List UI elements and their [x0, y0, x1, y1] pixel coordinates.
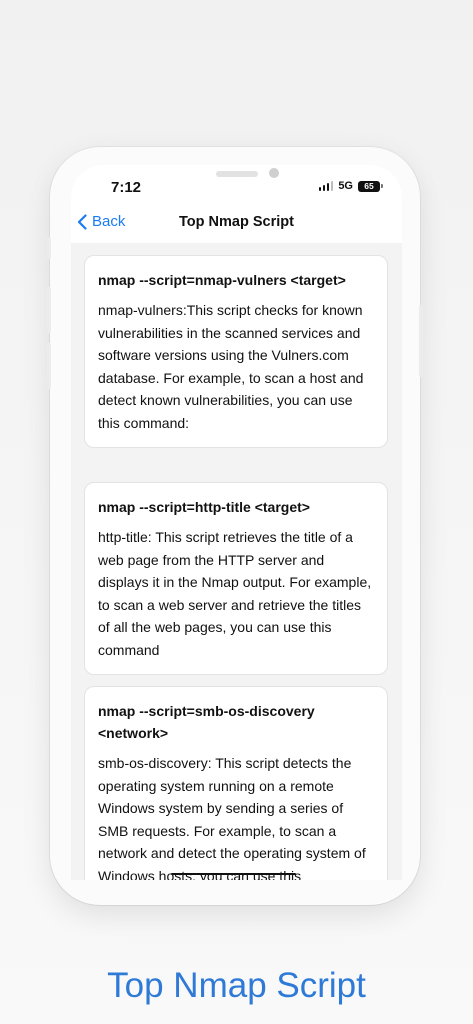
- home-indicator: [171, 873, 296, 875]
- script-list[interactable]: nmap --script=nmap-vulners <target> nmap…: [71, 243, 402, 880]
- promo-caption: Top Nmap Script: [107, 966, 366, 1005]
- script-command: nmap --script=smb-os-discovery <network>: [98, 703, 315, 741]
- phone-frame: 7:12 5G 65 Back Top Nmap Script nmap --s…: [47, 147, 423, 905]
- script-card[interactable]: nmap --script=smb-os-discovery <network>…: [84, 686, 388, 880]
- script-card[interactable]: nmap --script=http-title <target> http-t…: [84, 482, 388, 675]
- script-command: nmap --script=http-title <target>: [98, 499, 310, 515]
- script-description: smb-os-discovery: This script detects th…: [98, 755, 366, 880]
- status-time: 7:12: [111, 179, 142, 196]
- phone-volume-down: [47, 343, 51, 389]
- top-bar: 7:12 5G 65 Back Top Nmap Script: [71, 165, 402, 243]
- status-indicators: 5G 65: [318, 180, 383, 192]
- page-title: Top Nmap Script: [179, 214, 294, 230]
- signal-icon: [318, 181, 334, 191]
- script-description: http-title: This script retrieves the ti…: [98, 529, 372, 658]
- front-camera: [269, 168, 279, 178]
- app-screen: 7:12 5G 65 Back Top Nmap Script nmap --s…: [71, 165, 402, 880]
- phone-volume-up: [47, 287, 51, 333]
- phone-power-button: [419, 305, 423, 377]
- script-description: nmap-vulners:This script checks for know…: [98, 302, 364, 431]
- script-command: nmap --script=nmap-vulners <target>: [98, 272, 346, 288]
- battery-icon: 65: [358, 180, 383, 192]
- network-type: 5G: [338, 180, 353, 192]
- speaker-grille: [216, 171, 258, 177]
- phone-side-button: [47, 237, 51, 259]
- script-card[interactable]: nmap --script=nmap-vulners <target> nmap…: [84, 255, 388, 448]
